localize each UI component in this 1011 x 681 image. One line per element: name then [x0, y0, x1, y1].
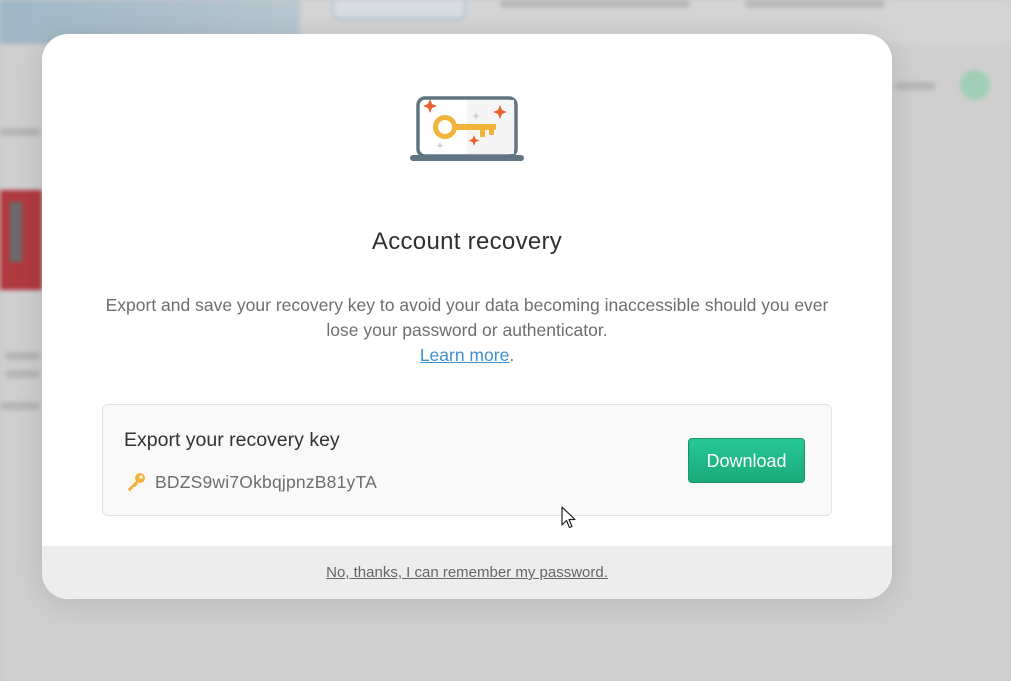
learn-more-suffix: .: [509, 345, 515, 365]
download-button[interactable]: Download: [688, 438, 805, 483]
background-text: [0, 402, 40, 410]
background-text: [5, 370, 40, 378]
dialog-description: Export and save your recovery key to avo…: [92, 293, 842, 368]
background-nav-item: [745, 0, 885, 8]
dialog-title: Account recovery: [371, 228, 563, 255]
recovery-key-row: BDZS9wi7OkbqjpnzB81yTA: [125, 468, 377, 496]
export-key-card: Export your recovery key BDZS9wi7Okbqjpn…: [102, 404, 832, 516]
background-text: [895, 82, 935, 90]
account-recovery-dialog: Account recovery Export and save your re…: [42, 34, 892, 599]
background-text: [5, 352, 40, 360]
recovery-key-value: BDZS9wi7OkbqjpnzB81yTA: [155, 471, 377, 492]
learn-more-link[interactable]: Learn more: [420, 345, 510, 365]
background-text: [0, 128, 40, 136]
dismiss-link[interactable]: No, thanks, I can remember my password.: [326, 564, 608, 581]
mouse-cursor-icon: [561, 506, 576, 529]
dialog-footer: No, thanks, I can remember my password.: [42, 546, 892, 599]
background-nav-item: [500, 0, 690, 8]
background-avatar: [960, 70, 990, 100]
background-button: [332, 0, 466, 20]
laptop-key-illustration: [410, 96, 524, 161]
description-text: Export and save your recovery key to avo…: [105, 295, 829, 340]
key-icon: [128, 473, 145, 491]
export-key-title: Export your recovery key: [124, 429, 340, 451]
background-image-detail: [10, 202, 22, 262]
